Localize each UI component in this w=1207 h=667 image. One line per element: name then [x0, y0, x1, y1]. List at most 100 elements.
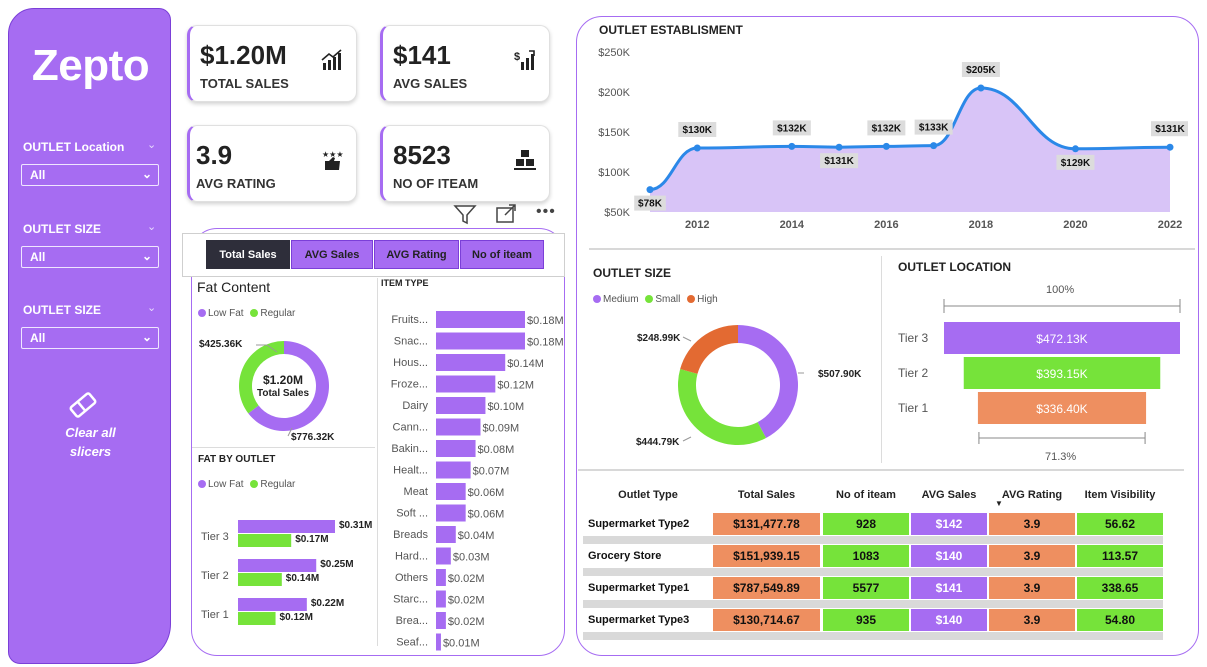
outlet-size-medium-label: $507.90K [818, 369, 862, 380]
slicer-size-2-dropdown[interactable]: All ⌄ [21, 327, 159, 349]
funnel-tier-label: Tier 3 [898, 331, 929, 345]
legend-dot [250, 480, 259, 488]
item-type-bar [436, 612, 446, 629]
tab-total-sales[interactable]: Total Sales [206, 240, 290, 269]
item-type-label: Soft ... [396, 508, 428, 520]
kpi-avg-rating-card: 3.9 AVG RATING ★★★ [187, 125, 357, 202]
table-row-label: Supermarket Type1 [588, 582, 690, 594]
outlet-size-title: OUTLET SIZE [593, 266, 671, 280]
y-tick-label: $100K [598, 167, 630, 179]
table-cell: 935 [823, 609, 909, 631]
table-cell: $787,549.89 [713, 577, 820, 599]
item-type-label: Hous... [393, 357, 428, 369]
establishment-chart: $50K $100K $150K $200K $250K 2012 2014 2016 2018… [598, 47, 1188, 231]
fat-by-outlet-title: FAT BY OUTLET [198, 454, 276, 465]
item-type-bar [436, 440, 476, 457]
table-header-outlet-type[interactable]: Outlet Type [583, 489, 713, 501]
data-label: $205K [966, 65, 996, 76]
item-type-label: Cann... [393, 422, 428, 434]
row-separator [583, 632, 1163, 640]
fat-by-outlet-chart: Tier 3 $0.31M $0.17M Tier 2 $0.25M$0.14M Tier… [201, 520, 372, 625]
kpi-items-card: 8523 NO OF ITEAM [380, 125, 550, 202]
outlet-size-small-label: $444.79K [636, 437, 680, 448]
clear-slicers-button[interactable]: Clear all slicers [9, 423, 172, 461]
kpi-total-sales-label: TOTAL SALES [200, 76, 289, 91]
item-type-label: Fruits... [391, 314, 428, 326]
fat-regular-value: $425.36K [199, 339, 243, 350]
table-header-visibility[interactable]: Item Visibility [1076, 489, 1164, 501]
item-type-title: ITEM TYPE [381, 278, 429, 288]
table-header-avg-sales[interactable]: AVG Sales [911, 489, 987, 501]
table-cell: $140 [911, 609, 987, 631]
table-cell: 113.57 [1077, 545, 1163, 567]
legend-dot [687, 295, 696, 303]
slicer-size-dropdown[interactable]: All ⌄ [21, 246, 159, 268]
chevron-down-icon[interactable]: ⌄ [147, 138, 156, 151]
x-tick-label: 2016 [874, 219, 898, 231]
bar-value-label: $0.25M [320, 559, 353, 570]
bar-value-label: $0.14M [286, 573, 319, 584]
table-cell: $142 [911, 513, 987, 535]
leader-line [682, 336, 692, 342]
chevron-down-icon[interactable]: ⌄ [147, 301, 156, 314]
funnel-value: $336.40K [1036, 402, 1087, 416]
sort-desc-icon[interactable]: ▼ [995, 499, 1003, 508]
legend-dot [250, 309, 259, 317]
x-tick-label: 2020 [1063, 219, 1087, 231]
donut-center-label: Total Sales [256, 388, 310, 399]
item-type-bar [436, 397, 486, 414]
more-options-icon[interactable]: ••• [536, 203, 556, 221]
kpi-items-value: 8523 [393, 140, 451, 170]
fat-content-legend: Low Fat Regular [198, 308, 295, 319]
item-type-value: $0.02M [448, 595, 485, 607]
y-tick-label: $200K [598, 87, 630, 99]
donut-slice-small [678, 369, 767, 445]
focus-mode-icon[interactable] [495, 204, 517, 224]
item-type-label: Bakin... [391, 443, 428, 455]
item-type-label: Healt... [393, 465, 428, 477]
table-cell: 3.9 [989, 545, 1075, 567]
item-type-label: Seaf... [396, 637, 428, 649]
data-point [693, 144, 701, 152]
donut-slice-medium [738, 325, 798, 439]
funnel-value: $393.15K [1036, 367, 1087, 381]
item-type-label: Hard... [395, 551, 428, 563]
bar-low-fat [238, 598, 307, 611]
slicer-location-dropdown[interactable]: All ⌄ [21, 164, 159, 186]
data-point [646, 186, 654, 194]
funnel-bottom-percent: 71.3% [1045, 451, 1077, 463]
item-type-bar [436, 483, 466, 500]
dollar-bars-icon: $ [514, 50, 535, 70]
filter-icon[interactable] [453, 203, 477, 225]
table-cell: 3.9 [989, 577, 1075, 599]
outlet-size-donut [678, 325, 804, 445]
chevron-down-icon: ⌄ [141, 249, 152, 263]
data-label: $132K [777, 123, 807, 134]
slicer-size-2-value: All [30, 331, 46, 345]
data-label: $131K [824, 156, 854, 167]
sidebar: Zepto OUTLET Location ⌄ All ⌄ OUTLET SIZ… [8, 8, 171, 664]
tab-avg-sales[interactable]: AVG Sales [291, 240, 373, 269]
data-point [835, 143, 843, 151]
chevron-down-icon[interactable]: ⌄ [147, 220, 156, 233]
item-type-label: Others [395, 572, 429, 584]
data-label: $133K [919, 123, 949, 134]
item-type-value: $0.02M [448, 616, 485, 628]
y-tick-label: $150K [598, 127, 630, 139]
table-cell: $140 [911, 545, 987, 567]
tab-no-of-items[interactable]: No of iteam [460, 240, 544, 269]
row-separator [583, 568, 1163, 576]
item-type-value: $0.04M [458, 530, 495, 542]
outlet-size-high-label: $248.99K [637, 333, 681, 344]
eraser-icon[interactable] [67, 391, 99, 419]
item-type-bar [436, 633, 441, 651]
legend-low-fat: Low Fat [208, 479, 244, 490]
table-header-items[interactable]: No of iteam [823, 489, 909, 501]
fat-by-outlet-legend: Low Fat Regular [198, 479, 295, 490]
bar-regular [238, 573, 282, 586]
tier-label: Tier 3 [201, 531, 229, 543]
table-cell: 338.65 [1077, 577, 1163, 599]
tab-avg-rating[interactable]: AVG Rating [374, 240, 459, 269]
slicer-label-size-2: OUTLET SIZE [23, 303, 101, 317]
table-header-total-sales[interactable]: Total Sales [713, 489, 820, 501]
